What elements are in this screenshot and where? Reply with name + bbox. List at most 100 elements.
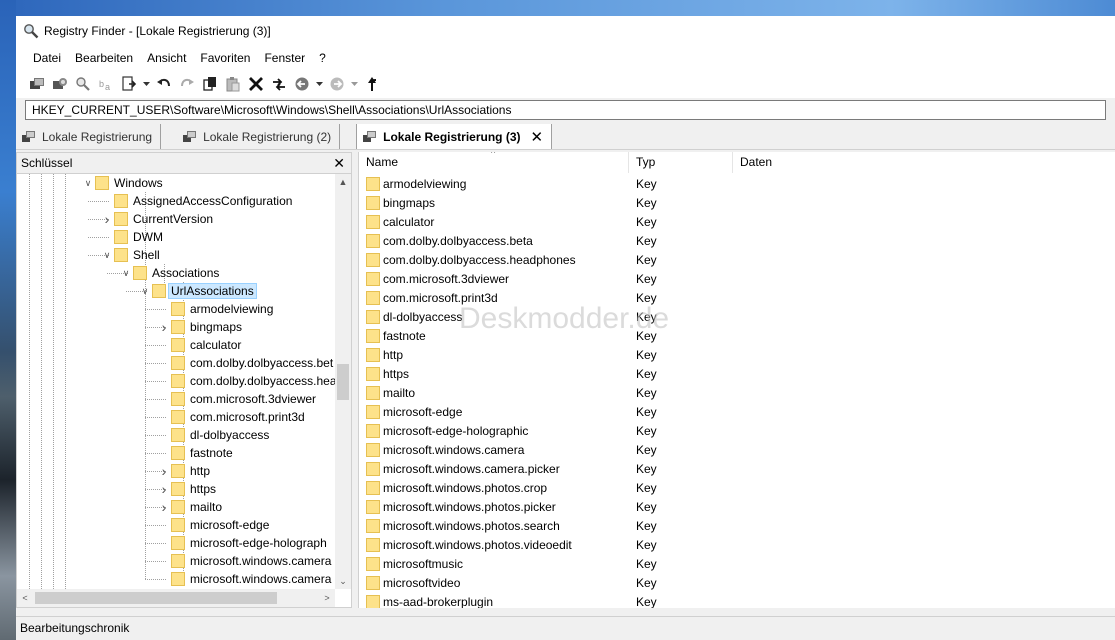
export-icon[interactable] [118,73,140,95]
tree-node[interactable]: armodelviewing [157,300,273,318]
back-dropdown-icon[interactable] [314,73,324,95]
list-item[interactable]: microsoftmusic Key [359,554,1115,573]
tree-node[interactable]: › http [157,462,210,480]
chevron-right-icon[interactable]: › [157,318,171,336]
column-header-2[interactable]: Daten [733,152,1115,173]
chevron-right-icon[interactable]: › [157,462,171,480]
chevron-right-icon[interactable]: › [157,498,171,516]
menu-item-2[interactable]: Ansicht [140,46,193,70]
title-bar[interactable]: Registry Finder - [Lokale Registrierung … [16,16,1115,46]
list-item[interactable]: fastnote Key [359,326,1115,345]
tree-node[interactable]: › mailto [157,498,222,516]
list-item[interactable]: com.dolby.dolbyaccess.beta Key [359,231,1115,250]
tree-node[interactable]: fastnote [157,444,233,462]
tree-node[interactable]: › CurrentVersion [100,210,213,228]
tree-horizontal-scrollbar[interactable]: < > [17,589,335,607]
list-item[interactable]: dl-dolbyaccess Key [359,307,1115,326]
tree-node[interactable]: ∨ Shell [100,246,160,264]
tree-node[interactable]: microsoft-edge-holograph [157,534,327,552]
tab-2[interactable]: Lokale Registrierung (3) ✕ [356,124,553,149]
tree-node[interactable]: › https [157,480,216,498]
refresh-icon[interactable] [268,73,290,95]
list-item-name: microsoft.windows.camera.picker [383,461,560,476]
up-icon[interactable] [361,73,383,95]
scroll-right-icon[interactable]: > [319,589,335,607]
undo-icon[interactable] [153,73,175,95]
list-item[interactable]: https Key [359,364,1115,383]
column-header-0[interactable]: Name [359,152,629,173]
tree-node[interactable]: › bingmaps [157,318,242,336]
list-item[interactable]: microsoft.windows.photos.search Key [359,516,1115,535]
tree-vertical-scroll-thumb[interactable] [337,364,349,400]
list-item[interactable]: armodelviewing Key [359,174,1115,193]
menu-item-3[interactable]: Favoriten [193,46,257,70]
tree-horizontal-scroll-thumb[interactable] [35,592,277,604]
menu-item-0[interactable]: Datei [26,46,68,70]
tree-node[interactable]: AssignedAccessConfiguration [100,192,292,210]
tree-node[interactable]: microsoft-edge [157,516,269,534]
tree-node[interactable]: com.microsoft.print3d [157,408,305,426]
list-item[interactable]: bingmaps Key [359,193,1115,212]
tab-0[interactable]: Lokale Registrierung [16,124,162,149]
scroll-down-icon[interactable]: ⌄ [335,573,351,589]
forward-icon[interactable] [326,73,348,95]
close-icon[interactable]: ✕ [333,153,345,173]
list-item[interactable]: microsoft.windows.photos.videoedit Key [359,535,1115,554]
connect-registry-icon[interactable] [26,73,48,95]
forward-dropdown-icon[interactable] [349,73,359,95]
list-item[interactable]: mailto Key [359,383,1115,402]
list-item[interactable]: com.dolby.dolbyaccess.headphones Key [359,250,1115,269]
copy-icon[interactable] [199,73,221,95]
menu-item-5[interactable]: ? [312,46,333,70]
tree-node[interactable]: com.dolby.dolbyaccess.hea [157,372,335,390]
scroll-left-icon[interactable]: < [17,589,33,607]
key-tree-pane: Schlüssel ✕ ∨ Windows AssignedAccessConfig… [16,152,352,608]
list-item[interactable]: com.microsoft.3dviewer Key [359,269,1115,288]
list-item[interactable]: http Key [359,345,1115,364]
chevron-down-icon[interactable]: ∨ [81,174,95,192]
list-item[interactable]: com.microsoft.print3d Key [359,288,1115,307]
redo-icon[interactable] [176,73,198,95]
tab-1[interactable]: Lokale Registrierung (2) [177,124,341,149]
menu-item-4[interactable]: Fenster [257,46,312,70]
chevron-right-icon[interactable]: › [157,480,171,498]
tree-node[interactable]: microsoft.windows.camera [157,570,331,588]
list-item[interactable]: ms-aad-brokerplugin Key [359,592,1115,608]
column-header-1[interactable]: Typ [629,152,733,173]
list-item[interactable]: calculator Key [359,212,1115,231]
tree-node[interactable]: dl-dolbyaccess [157,426,269,444]
tree-vertical-scrollbar[interactable]: ▲ ⌄ [335,174,351,589]
tree-node[interactable]: com.microsoft.3dviewer [157,390,316,408]
list-item[interactable]: microsoft.windows.camera Key [359,440,1115,459]
chevron-down-icon[interactable]: ∨ [100,246,114,264]
list-item-name: microsoftmusic [383,556,464,571]
replace-icon[interactable]: ba [95,73,117,95]
tree-node[interactable]: DWM [100,228,163,246]
chevron-down-icon[interactable]: ∨ [119,264,133,282]
find-icon[interactable] [72,73,94,95]
chevron-down-icon[interactable]: ∨ [138,282,152,300]
chevron-right-icon[interactable]: › [100,210,114,228]
list-item[interactable]: microsoftvideo Key [359,573,1115,592]
tree-node[interactable]: microsoft.windows.camera [157,552,331,570]
disconnect-registry-icon[interactable] [49,73,71,95]
list-item[interactable]: microsoft.windows.camera.picker Key [359,459,1115,478]
list-item[interactable]: microsoft-edge-holographic Key [359,421,1115,440]
list-item[interactable]: microsoft.windows.photos.picker Key [359,497,1115,516]
tree-node[interactable]: calculator [157,336,241,354]
list-item[interactable]: microsoft-edge Key [359,402,1115,421]
scroll-up-icon[interactable]: ▲ [335,174,351,190]
menu-item-1[interactable]: Bearbeiten [68,46,140,70]
address-bar[interactable]: HKEY_CURRENT_USER\Software\Microsoft\Win… [25,100,1106,120]
tree-node[interactable]: ∨ UrlAssociations [138,282,257,300]
close-tab-icon[interactable]: ✕ [531,128,544,146]
back-icon[interactable] [291,73,313,95]
delete-icon[interactable] [245,73,267,95]
list-item[interactable]: microsoft.windows.photos.crop Key [359,478,1115,497]
paste-icon[interactable] [222,73,244,95]
tree-node[interactable]: com.dolby.dolbyaccess.bet [157,354,333,372]
tree-node[interactable]: ∨ Windows [81,174,163,192]
export-dropdown-icon[interactable] [141,73,151,95]
tree-node[interactable]: ∨ Associations [119,264,219,282]
key-tree[interactable]: ∨ Windows AssignedAccessConfiguration › Curr… [17,174,335,589]
